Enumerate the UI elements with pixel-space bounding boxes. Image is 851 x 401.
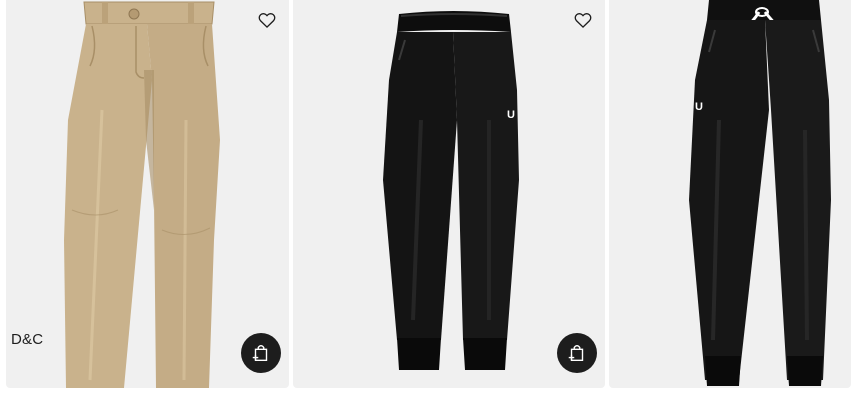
bag-plus-icon bbox=[252, 344, 268, 362]
heart-outline-icon bbox=[258, 12, 276, 29]
svg-text:U: U bbox=[507, 109, 515, 121]
product-card-drawcord-joggers[interactable]: U bbox=[609, 0, 851, 388]
wishlist-button[interactable] bbox=[572, 9, 594, 31]
product-image-drawcord-joggers[interactable]: U bbox=[609, 0, 851, 388]
product-card-khaki-pants[interactable]: D&C bbox=[6, 0, 289, 388]
quick-add-button[interactable] bbox=[241, 333, 281, 373]
svg-text:U: U bbox=[695, 101, 703, 113]
product-image-khaki-pants[interactable] bbox=[6, 0, 289, 388]
product-badge: D&C bbox=[11, 331, 44, 348]
wishlist-button[interactable] bbox=[256, 9, 278, 31]
heart-outline-icon bbox=[574, 12, 592, 29]
quick-add-button[interactable] bbox=[557, 333, 597, 373]
bag-plus-icon bbox=[568, 344, 584, 362]
product-grid: D&C U U bbox=[0, 0, 851, 401]
product-card-black-joggers[interactable]: U bbox=[293, 0, 605, 388]
product-image-black-joggers[interactable]: U bbox=[293, 0, 605, 388]
